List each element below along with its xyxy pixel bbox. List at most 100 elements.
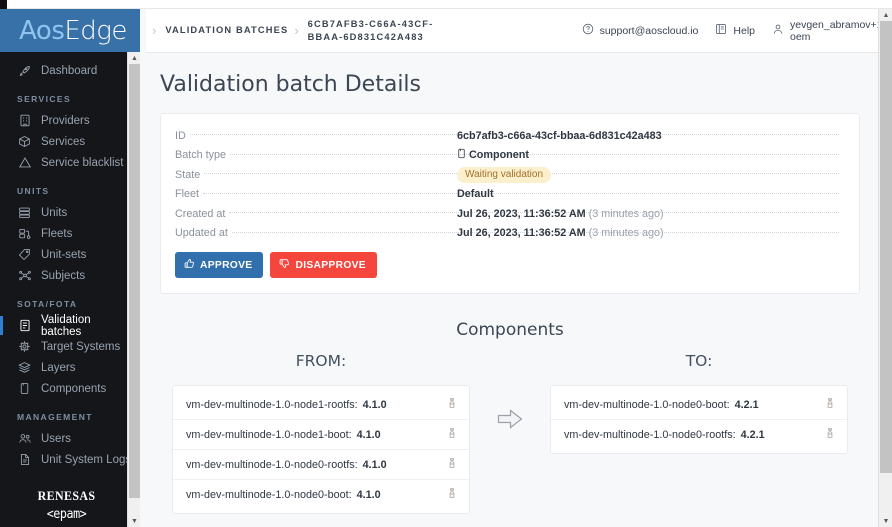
warning-triangle-icon [17, 156, 32, 170]
support-email-link[interactable]: support@aoscloud.io [582, 23, 699, 38]
list-item[interactable]: vm-dev-multinode-1.0-node0-boot: 4.1.0 [173, 480, 469, 509]
subjects-icon [17, 269, 32, 283]
approve-label: APPROVE [200, 260, 252, 271]
help-label: Help [733, 25, 755, 37]
thumbs-up-icon [184, 258, 195, 272]
window-top-strip [7, 0, 892, 9]
to-heading: TO: [538, 352, 860, 385]
signature-icon[interactable] [448, 457, 456, 472]
signature-icon[interactable] [448, 487, 456, 502]
breadcrumb-separator-icon: › [294, 23, 298, 38]
sidebar-item-service-blacklist[interactable]: Service blacklist [0, 152, 133, 173]
disapprove-button[interactable]: DISAPPROVE [270, 252, 377, 278]
detail-label: Created at [175, 208, 225, 220]
fleets-icon [17, 227, 32, 241]
scroll-up-icon[interactable]: ▲ [879, 9, 892, 21]
component-name: vm-dev-multinode-1.0-node1-boot: [186, 429, 352, 441]
chip-icon [17, 340, 32, 354]
detail-value: Component [469, 149, 529, 161]
topbar-actions: support@aoscloud.io Help yevgen_abram [582, 19, 878, 43]
sidebar-item-unit-sets[interactable]: Unit-sets [0, 244, 133, 265]
scroll-down-icon[interactable]: ▼ [128, 515, 140, 527]
sidebar-item-units[interactable]: Units [0, 202, 133, 223]
list-item[interactable]: vm-dev-multinode-1.0-node0-rootfs: 4.1.0 [173, 450, 469, 480]
list-doc-icon [17, 319, 32, 333]
sidebar-item-subjects[interactable]: Subjects [0, 265, 133, 286]
sidebar-item-unit-system-logs[interactable]: Unit System Logs [0, 449, 133, 470]
sidebar-section-management: MANAGEMENT [0, 399, 133, 428]
breadcrumb-item-batch-id[interactable]: 6CB7AFB3-C66A-43CF-BBAA-6D831C42A483 [308, 18, 448, 44]
sidebar-item-label: Users [41, 433, 71, 445]
component-name: vm-dev-multinode-1.0-node0-boot: [564, 399, 730, 411]
sidebar-item-layers[interactable]: Layers [0, 357, 133, 378]
brand-logo-aos: Aos [19, 16, 64, 46]
sidebar-item-fleets[interactable]: Fleets [0, 223, 133, 244]
list-item[interactable]: vm-dev-multinode-1.0-node1-boot: 4.1.0 [173, 420, 469, 450]
sidebar-item-label: Validation batches [41, 314, 133, 338]
sidebar-item-target-systems[interactable]: Target Systems [0, 336, 133, 357]
sidebar-item-services[interactable]: Services [0, 131, 133, 152]
list-item[interactable]: vm-dev-multinode-1.0-node0-rootfs: 4.2.1 [551, 420, 847, 449]
sidebar-item-dashboard[interactable]: Dashboard [0, 60, 133, 81]
brand-logo[interactable]: AosEdge [0, 9, 140, 52]
sidebar-item-components[interactable]: Components [0, 378, 133, 399]
sidebar-item-label: Service blacklist [41, 157, 123, 169]
scroll-up-icon[interactable]: ▲ [128, 52, 140, 64]
from-heading: FROM: [160, 352, 482, 385]
page-scrollbar[interactable]: ▲ ▼ [878, 9, 892, 527]
list-item[interactable]: vm-dev-multinode-1.0-node0-boot: 4.2.1 [551, 390, 847, 420]
list-item[interactable]: vm-dev-multinode-1.0-node1-rootfs: 4.1.0 [173, 390, 469, 420]
scroll-down-icon[interactable]: ▼ [879, 515, 892, 527]
document-icon [17, 453, 32, 467]
components-section-title: Components [160, 294, 860, 340]
layers-icon [17, 361, 32, 375]
transition-arrow [482, 352, 538, 514]
details-card: ID 6cb7afb3-c66a-43cf-bbaa-6d831c42a483 … [160, 113, 860, 294]
brand-logo-text: AosEdge [19, 16, 127, 46]
detail-value: Jul 26, 2023, 11:36:52 AM [457, 227, 586, 239]
sidebar-item-label: Unit-sets [41, 249, 86, 261]
users-icon [17, 432, 32, 446]
sidebar-item-users[interactable]: Users [0, 428, 133, 449]
component-version: 4.2.1 [735, 399, 759, 411]
sidebar-scrollbar-thumb[interactable] [129, 64, 140, 498]
sidebar-scrollbar[interactable]: ▲ ▼ [127, 52, 140, 527]
detail-value: 6cb7afb3-c66a-43cf-bbaa-6d831c42a483 [457, 130, 662, 142]
detail-value: Default [457, 188, 494, 200]
detail-label: Fleet [175, 188, 199, 200]
detail-leader [203, 193, 839, 194]
page-title: Validation batch Details [146, 53, 878, 113]
component-version: 4.2.1 [741, 429, 765, 441]
main-content: Validation batch Details ID 6cb7afb3-c66… [146, 53, 878, 527]
signature-icon[interactable] [448, 397, 456, 412]
sidebar-item-providers[interactable]: Providers [0, 110, 133, 131]
signature-icon[interactable] [826, 427, 834, 442]
detail-value-wrap: Jul 26, 2023, 11:36:52 AM (3 minutes ago… [457, 227, 664, 239]
help-button[interactable]: Help [715, 23, 755, 38]
page-scrollbar-thumb[interactable] [880, 21, 892, 473]
providers-icon [17, 114, 32, 128]
component-version: 4.1.0 [357, 489, 381, 501]
sidebar-section-units: UNITS [0, 173, 133, 202]
sidebar-item-validation-batches[interactable]: Validation batches [0, 315, 133, 336]
detail-relative-time: (3 minutes ago) [589, 208, 664, 220]
tag-icon [17, 248, 32, 262]
user-menu[interactable]: yevgen_abramov+1-oem [772, 19, 868, 43]
sidebar-partner-logos: RENESAS <epam> [0, 488, 133, 527]
topbar: › VALIDATION BATCHES › 6CB7AFB3-C66A-43C… [146, 9, 878, 53]
detail-row-updated-at: Updated at Jul 26, 2023, 11:36:52 AM (3 … [175, 224, 843, 244]
sidebar-item-label: Unit System Logs [41, 454, 131, 466]
detail-value-wrap: Waiting validation [457, 167, 551, 183]
from-components-card: vm-dev-multinode-1.0-node1-rootfs: 4.1.0… [172, 385, 470, 514]
status-badge: Waiting validation [457, 167, 551, 183]
sidebar-item-label: Fleets [41, 228, 72, 240]
disapprove-label: DISAPPROVE [295, 260, 366, 271]
signature-icon[interactable] [826, 397, 834, 412]
epam-logo: <epam> [7, 507, 127, 522]
app-window: AosEdge Dashboard SERVICES [0, 0, 892, 527]
sidebar-item-label: Services [41, 136, 85, 148]
approve-button[interactable]: APPROVE [175, 252, 263, 278]
signature-icon[interactable] [448, 427, 456, 442]
renesas-logo: RENESAS [5, 488, 127, 504]
breadcrumb-item-validation-batches[interactable]: VALIDATION BATCHES [165, 24, 288, 37]
